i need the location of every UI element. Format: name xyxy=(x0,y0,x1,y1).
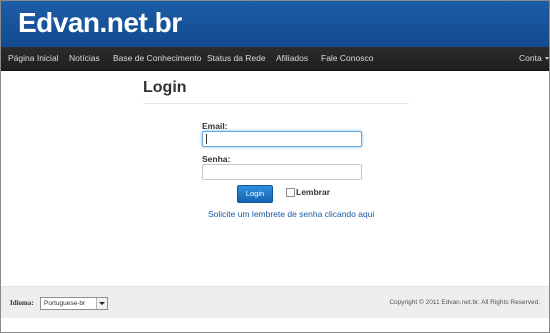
title-divider xyxy=(143,103,409,104)
site-header: Edvan.net.br xyxy=(1,1,549,47)
nav-item-affiliates[interactable]: Afiliados xyxy=(276,47,308,70)
password-reminder-link[interactable]: Solicite um lembrete de senha clicando a… xyxy=(208,209,374,219)
page-frame: Edvan.net.br Página Inicial Notícias Bas… xyxy=(0,0,550,333)
nav-item-network-status[interactable]: Status da Rede xyxy=(207,47,266,70)
password-field[interactable] xyxy=(202,164,362,180)
remember-label[interactable]: Lembrar xyxy=(296,187,330,197)
nav-item-knowledgebase[interactable]: Base de Conhecimento xyxy=(113,47,201,70)
page-title: Login xyxy=(143,79,187,96)
nav-account-label: Conta xyxy=(519,53,542,63)
email-label: Email: xyxy=(202,121,228,131)
language-label: Idioma: xyxy=(10,299,34,307)
copyright-text: Copyright © 2011 Edvan.net.br. All Right… xyxy=(389,299,540,306)
password-label: Senha: xyxy=(202,154,231,164)
language-selected-value: Portuguese-br xyxy=(44,300,86,307)
page-footer: Idioma: Portuguese-br Copyright © 2011 E… xyxy=(1,286,549,318)
caret-down-icon xyxy=(544,57,549,61)
main-navbar: Página Inicial Notícias Base de Conhecim… xyxy=(1,47,549,71)
login-button[interactable]: Login xyxy=(237,185,273,203)
site-logo[interactable]: Edvan.net.br xyxy=(18,7,182,39)
text-cursor xyxy=(206,134,207,144)
nav-item-news[interactable]: Notícias xyxy=(69,47,100,70)
nav-item-contact[interactable]: Fale Conosco xyxy=(321,47,373,70)
nav-account-menu[interactable]: Conta xyxy=(519,47,549,70)
email-field[interactable] xyxy=(202,131,362,147)
select-arrow-icon xyxy=(96,298,107,309)
bottom-spacer xyxy=(1,318,549,332)
language-select[interactable]: Portuguese-br xyxy=(40,297,108,310)
nav-item-home[interactable]: Página Inicial xyxy=(8,47,59,70)
remember-checkbox[interactable] xyxy=(286,188,295,197)
